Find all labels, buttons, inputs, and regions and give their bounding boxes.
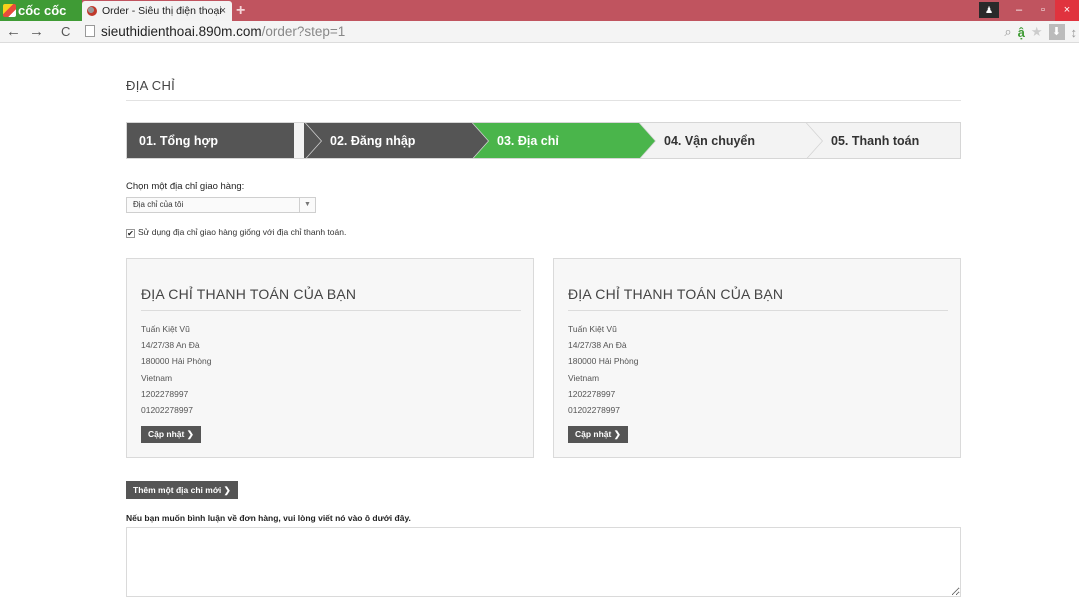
address-mobile: 01202278997 bbox=[141, 405, 194, 416]
browser-titlebar: cốc cốc Order - Siêu thị điện thoại × + … bbox=[0, 0, 1079, 21]
step-shipping[interactable]: 04. Vận chuyển bbox=[638, 123, 805, 158]
address-select-value: Địa chỉ của tôi bbox=[133, 200, 184, 209]
address-city: 180000 Hải Phòng bbox=[141, 356, 212, 367]
same-address-option[interactable]: ✔ Sử dụng địa chỉ giao hàng giống với địa… bbox=[126, 227, 346, 238]
site-favicon-icon bbox=[87, 6, 97, 16]
toolbar-icons: ⌕ ậ ★ ⬇ ↕ bbox=[1004, 21, 1079, 43]
browser-tab[interactable]: Order - Siêu thị điện thoại × bbox=[82, 1, 232, 21]
dropdown-caret-icon[interactable]: ▼ bbox=[299, 198, 315, 212]
address-name: Tuấn Kiệt Vũ bbox=[141, 324, 190, 334]
tab-title: Order - Siêu thị điện thoại bbox=[102, 5, 222, 17]
maximize-button[interactable]: ▫ bbox=[1031, 0, 1055, 21]
update-button[interactable]: Cập nhật ❯ bbox=[568, 426, 628, 443]
add-new-address-button[interactable]: Thêm một địa chỉ mới ❯ bbox=[126, 481, 238, 499]
comment-label: Nếu bạn muốn bình luận về đơn hàng, vui … bbox=[126, 513, 411, 523]
address-city: 180000 Hải Phòng bbox=[568, 356, 639, 367]
step-label: 04. Vận chuyển bbox=[664, 134, 756, 148]
billing-address-card: ĐỊA CHỈ THANH TOÁN CỦA BẠN Tuấn Kiệt Vũ … bbox=[126, 258, 534, 458]
same-address-checkbox[interactable]: ✔ bbox=[126, 229, 135, 238]
card-heading: ĐỊA CHỈ THANH TOÁN CỦA BẠN bbox=[568, 286, 784, 302]
step-login[interactable]: 02. Đăng nhập bbox=[304, 123, 471, 158]
brand-label: cốc cốc bbox=[18, 3, 67, 18]
address-phone: 1202278997 bbox=[568, 388, 616, 399]
extension-icon[interactable]: ậ bbox=[1018, 25, 1025, 40]
card-heading: ĐỊA CHỈ THANH TOÁN CỦA BẠN bbox=[141, 286, 357, 302]
address-select[interactable]: Địa chỉ của tôi ▼ bbox=[126, 197, 316, 213]
address-bar[interactable]: sieuthidienthoai.890m.com/order?step=1 bbox=[85, 22, 985, 41]
step-label: 02. Đăng nhập bbox=[330, 134, 416, 148]
step-label: 05. Thanh toán bbox=[831, 134, 920, 148]
address-lines: Tuấn Kiệt Vũ 14/27/38 An Đà 180000 Hải P… bbox=[568, 321, 638, 418]
step-separator-arrow bbox=[471, 123, 488, 158]
close-window-button[interactable]: × bbox=[1055, 0, 1079, 21]
address-country: Vietnam bbox=[141, 372, 173, 383]
forward-arrow-icon[interactable]: → bbox=[29, 21, 44, 43]
step-address[interactable]: 03. Địa chỉ bbox=[471, 123, 638, 158]
step-payment[interactable]: 05. Thanh toán bbox=[805, 123, 960, 158]
url-host: sieuthidienthoai.890m.com bbox=[101, 24, 262, 39]
back-arrow-icon[interactable]: ← bbox=[6, 21, 21, 43]
window-controls: ♟ – ▫ × bbox=[979, 0, 1079, 21]
address-street: 14/27/38 An Đà bbox=[568, 340, 627, 351]
title-divider bbox=[126, 100, 961, 101]
address-phone: 1202278997 bbox=[141, 388, 189, 399]
reload-icon[interactable]: C bbox=[61, 21, 70, 43]
page-icon bbox=[85, 25, 95, 37]
address-street: 14/27/38 An Đà bbox=[141, 340, 200, 351]
user-profile-icon[interactable]: ♟ bbox=[979, 2, 999, 18]
address-lines: Tuấn Kiệt Vũ 14/27/38 An Đà 180000 Hải P… bbox=[141, 321, 211, 418]
page-title: ĐỊA CHỈ bbox=[126, 78, 176, 93]
browser-navbar: ← → C sieuthidienthoai.890m.com/order?st… bbox=[0, 21, 1079, 43]
more-icon[interactable]: ↕ bbox=[1071, 25, 1078, 40]
download-icon[interactable]: ⬇ bbox=[1048, 24, 1065, 40]
same-address-label: Sử dụng địa chỉ giao hàng giống với địa … bbox=[138, 227, 347, 237]
card-divider bbox=[141, 310, 521, 311]
step-label: 01. Tổng hợp bbox=[139, 134, 219, 148]
coccoc-menu-button[interactable]: cốc cốc bbox=[0, 0, 82, 21]
step-separator-arrow bbox=[304, 123, 321, 158]
coccoc-logo-icon bbox=[3, 4, 16, 17]
new-tab-button[interactable]: + bbox=[236, 0, 245, 21]
step-separator-arrow bbox=[638, 123, 655, 158]
step-separator-arrow bbox=[805, 123, 822, 158]
zoom-icon[interactable]: ⌕ bbox=[1004, 24, 1011, 40]
step-summary[interactable]: 01. Tổng hợp bbox=[127, 123, 294, 158]
address-name: Tuấn Kiệt Vũ bbox=[568, 324, 617, 334]
comment-textarea[interactable] bbox=[126, 527, 961, 597]
url-path: /order?step=1 bbox=[261, 24, 346, 39]
step-label: 03. Địa chỉ bbox=[497, 134, 559, 148]
address-country: Vietnam bbox=[568, 372, 600, 383]
tab-close-icon[interactable]: × bbox=[220, 1, 226, 21]
update-button[interactable]: Cập nhật ❯ bbox=[141, 426, 201, 443]
card-divider bbox=[568, 310, 948, 311]
address-mobile: 01202278997 bbox=[568, 405, 621, 416]
choose-address-label: Chọn một địa chỉ giao hàng: bbox=[126, 181, 245, 192]
checkout-stepper: 01. Tổng hợp 02. Đăng nhập 03. Địa chỉ 0… bbox=[126, 122, 961, 159]
bookmark-star-icon[interactable]: ★ bbox=[1031, 24, 1043, 40]
minimize-button[interactable]: – bbox=[1007, 0, 1031, 21]
delivery-address-card: ĐỊA CHỈ THANH TOÁN CỦA BẠN Tuấn Kiệt Vũ … bbox=[553, 258, 961, 458]
